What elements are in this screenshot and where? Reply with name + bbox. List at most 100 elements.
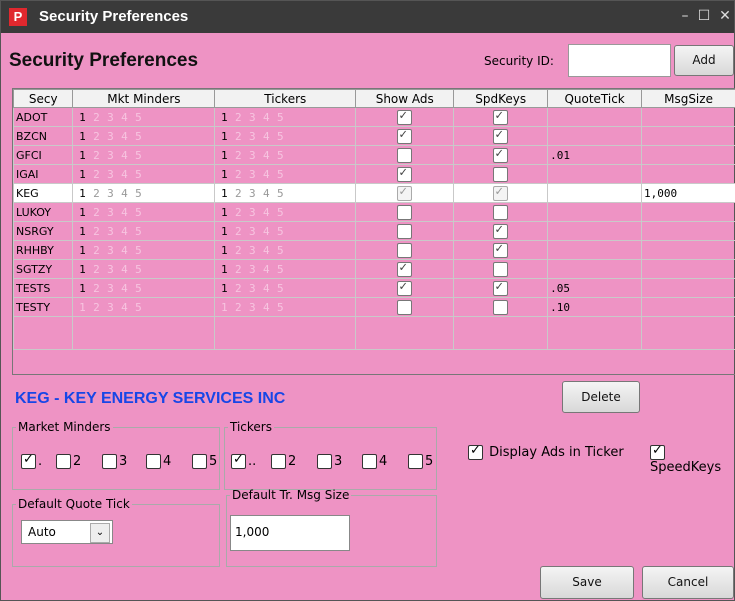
table-row[interactable]: BZCN 1 2 3 4 5 1 2 3 4 5 <box>13 126 735 146</box>
spdkeys-checkbox[interactable] <box>493 242 509 258</box>
tickers-cell-level-3[interactable]: 3 <box>245 168 259 181</box>
tickers-cell[interactable]: 12345 <box>214 278 357 298</box>
quotetick-cell[interactable]: .01 <box>547 145 643 165</box>
market-minders-checkbox-4[interactable] <box>146 454 161 469</box>
display-ads-checkbox[interactable]: Display Ads in Ticker <box>468 443 624 460</box>
tickers-cell[interactable]: 12345 <box>214 221 357 241</box>
show-ads-checkbox[interactable] <box>397 185 413 201</box>
secy-cell[interactable]: BZCN <box>13 126 74 146</box>
tickers-cell-level-4[interactable]: 4 <box>259 301 273 314</box>
market-minders-option-3[interactable]: 3 <box>102 454 127 469</box>
spdkeys-checkbox[interactable] <box>493 128 509 144</box>
table-row[interactable]: ADOT 1 2 3 4 5 1 2 3 4 5 <box>13 107 735 127</box>
tickers-cell-level-2[interactable]: 2 <box>231 206 245 219</box>
show-ads-checkbox[interactable] <box>397 204 413 220</box>
quotetick-cell[interactable]: .05 <box>547 278 643 298</box>
tickers-option-1[interactable]: .. <box>231 452 256 469</box>
mkt-minders-cell[interactable]: 12345 <box>72 145 216 165</box>
mkt-minders-cell-level-5[interactable]: 5 <box>131 149 145 162</box>
mkt-minders-cell-level-2[interactable]: 2 <box>89 130 103 143</box>
mkt-minders-cell[interactable]: 12345 <box>72 107 216 127</box>
mkt-minders-cell[interactable]: 12345 <box>72 126 216 146</box>
mkt-minders-cell-level-4[interactable]: 4 <box>117 244 131 257</box>
mkt-minders-cell-level-4[interactable]: 4 <box>117 149 131 162</box>
tickers-cell[interactable]: 12345 <box>214 202 357 222</box>
col-header-msgsize[interactable]: MsgSize <box>641 89 735 108</box>
msgsize-cell[interactable] <box>641 126 735 146</box>
tickers-cell-level-1[interactable]: 1 <box>217 282 231 295</box>
tickers-cell[interactable]: 12345 <box>214 240 357 260</box>
tickers-cell-level-5[interactable]: 5 <box>273 225 287 238</box>
tickers-cell-level-2[interactable]: 2 <box>231 244 245 257</box>
mkt-minders-cell[interactable]: 12345 <box>72 183 216 203</box>
mkt-minders-cell-level-3[interactable]: 3 <box>103 263 117 276</box>
tickers-checkbox-1[interactable] <box>231 452 246 469</box>
show-ads-checkbox[interactable] <box>397 109 413 125</box>
mkt-minders-cell-level-3[interactable]: 3 <box>103 149 117 162</box>
quotetick-cell[interactable] <box>547 164 643 184</box>
msgsize-cell[interactable] <box>641 202 735 222</box>
mkt-minders-cell-level-5[interactable]: 5 <box>131 263 145 276</box>
secy-cell[interactable]: KEG <box>13 183 74 203</box>
table-row[interactable]: KEG12345123451,000 <box>13 183 735 203</box>
tickers-cell[interactable]: 12345 <box>214 126 357 146</box>
mkt-minders-cell-level-4[interactable]: 4 <box>117 206 131 219</box>
tickers-cell[interactable]: 12345 <box>214 107 357 127</box>
mkt-minders-cell-level-3[interactable]: 3 <box>103 244 117 257</box>
spdkeys-checkbox[interactable] <box>493 109 509 125</box>
show-ads-checkbox[interactable] <box>397 166 413 182</box>
tickers-cell-level-1[interactable]: 1 <box>217 149 231 162</box>
quotetick-cell[interactable] <box>547 259 643 279</box>
table-row[interactable]: RHHBY 1 2 3 4 5 1 2 3 4 5 <box>13 240 735 260</box>
mkt-minders-cell-level-4[interactable]: 4 <box>117 187 131 200</box>
tickers-cell[interactable]: 12345 <box>214 145 357 165</box>
show-ads-checkbox[interactable] <box>397 128 413 144</box>
msgsize-cell[interactable] <box>641 107 735 127</box>
mkt-minders-cell-level-2[interactable]: 2 <box>89 111 103 124</box>
secy-cell[interactable]: RHHBY <box>13 240 74 260</box>
mkt-minders-cell-level-5[interactable]: 5 <box>131 187 145 200</box>
tickers-checkbox-5[interactable] <box>408 454 423 469</box>
tickers-cell-level-5[interactable]: 5 <box>273 244 287 257</box>
show-ads-checkbox[interactable] <box>397 223 413 239</box>
mkt-minders-cell-level-2[interactable]: 2 <box>89 168 103 181</box>
tickers-cell-level-4[interactable]: 4 <box>259 244 273 257</box>
securities-grid[interactable]: Secy Mkt Minders Tickers Show Ads SpdKey… <box>12 88 735 375</box>
tickers-cell-level-3[interactable]: 3 <box>245 111 259 124</box>
msg-size-input[interactable]: 1,000 <box>230 515 350 551</box>
tickers-cell-level-3[interactable]: 3 <box>245 282 259 295</box>
mkt-minders-cell-level-1[interactable]: 1 <box>75 168 89 181</box>
tickers-cell-level-4[interactable]: 4 <box>259 130 273 143</box>
mkt-minders-cell-level-1[interactable]: 1 <box>75 225 89 238</box>
mkt-minders-cell-level-5[interactable]: 5 <box>131 111 145 124</box>
table-row[interactable]: TESTY 1 2 3 4 5 1 2 3 4 5.10 <box>13 297 735 317</box>
tickers-cell-level-4[interactable]: 4 <box>259 206 273 219</box>
tickers-cell-level-1[interactable]: 1 <box>217 244 231 257</box>
secy-cell[interactable]: TESTS <box>13 278 74 298</box>
mkt-minders-cell[interactable]: 12345 <box>72 278 216 298</box>
mkt-minders-cell-level-2[interactable]: 2 <box>89 149 103 162</box>
secy-cell[interactable]: NSRGY <box>13 221 74 241</box>
tickers-cell-level-5[interactable]: 5 <box>273 149 287 162</box>
tickers-cell-level-1[interactable]: 1 <box>217 206 231 219</box>
table-row[interactable]: IGAI 1 2 3 4 5 1 2 3 4 5 <box>13 164 735 184</box>
show-ads-checkbox[interactable] <box>397 299 413 315</box>
market-minders-checkbox-3[interactable] <box>102 454 117 469</box>
mkt-minders-cell-level-1[interactable]: 1 <box>75 301 89 314</box>
market-minders-checkbox-2[interactable] <box>56 454 71 469</box>
mkt-minders-cell-level-5[interactable]: 5 <box>131 206 145 219</box>
spdkeys-checkbox[interactable] <box>493 185 509 201</box>
secy-cell[interactable]: GFCI <box>13 145 74 165</box>
show-ads-checkbox[interactable] <box>397 261 413 277</box>
quotetick-cell[interactable] <box>547 126 643 146</box>
mkt-minders-cell-level-3[interactable]: 3 <box>103 282 117 295</box>
mkt-minders-cell[interactable]: 12345 <box>72 240 216 260</box>
tickers-cell-level-3[interactable]: 3 <box>245 301 259 314</box>
cancel-button[interactable]: Cancel <box>642 566 734 599</box>
mkt-minders-cell-level-1[interactable]: 1 <box>75 130 89 143</box>
mkt-minders-cell[interactable]: 12345 <box>72 221 216 241</box>
quotetick-cell[interactable] <box>547 107 643 127</box>
tickers-cell[interactable]: 12345 <box>214 297 357 317</box>
tickers-cell[interactable]: 12345 <box>214 164 357 184</box>
tickers-cell-level-3[interactable]: 3 <box>245 263 259 276</box>
